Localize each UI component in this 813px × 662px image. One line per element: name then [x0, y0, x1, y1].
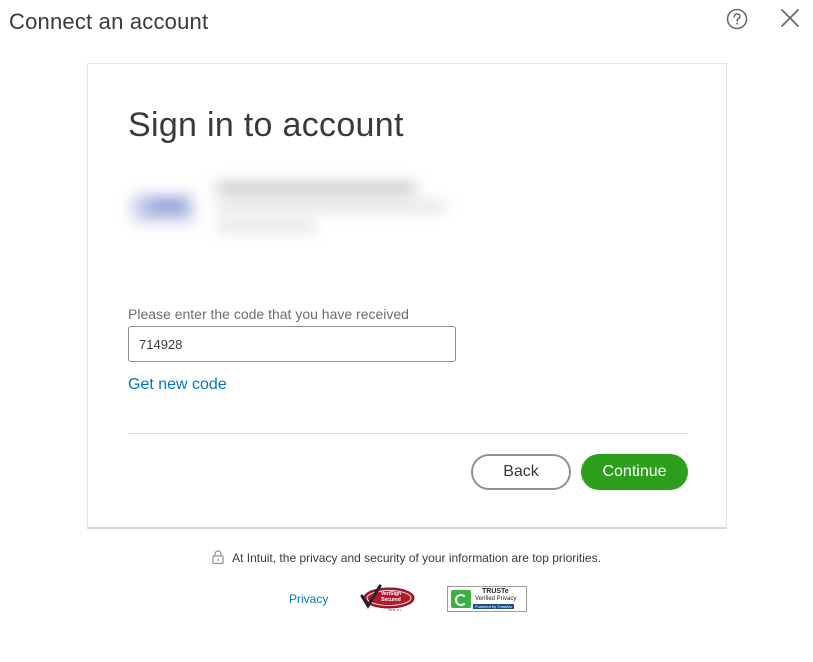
card-title: Sign in to account	[128, 106, 404, 144]
verisign-secured-badge[interactable]: VeriSign Secured VERIFY	[358, 584, 416, 614]
privacy-note: At Intuit, the privacy and security of y…	[0, 550, 813, 565]
lock-icon	[212, 550, 224, 564]
get-new-code-link[interactable]: Get new code	[128, 376, 227, 394]
verisign-verify-text: VERIFY	[388, 608, 402, 612]
privacy-note-text: At Intuit, the privacy and security of y…	[232, 551, 601, 565]
continue-button[interactable]: Continue	[581, 454, 688, 490]
page-title: Connect an account	[9, 9, 209, 34]
close-icon[interactable]	[779, 7, 801, 29]
code-input[interactable]	[128, 326, 456, 362]
blurred-institution-info	[126, 164, 466, 254]
divider	[128, 433, 688, 434]
sign-in-card: Sign in to account Please enter the code…	[87, 63, 727, 529]
privacy-link[interactable]: Privacy	[289, 592, 328, 606]
truste-name: TRUSTe	[482, 588, 509, 595]
truste-subtitle: Verified Privacy	[475, 596, 517, 602]
truste-logo-icon	[451, 590, 471, 608]
verisign-text: VeriSign Secured	[380, 591, 401, 603]
truste-verified-privacy-badge[interactable]: TRUSTe Verified Privacy Powered by Trust…	[447, 586, 527, 612]
code-field-label: Please enter the code that you have rece…	[128, 306, 409, 322]
help-icon[interactable]	[726, 8, 748, 30]
truste-powered-by: Powered by TrustArc	[473, 604, 515, 609]
connect-account-page: Connect an account Sign in to account Pl…	[0, 0, 813, 662]
back-button[interactable]: Back	[471, 454, 571, 490]
